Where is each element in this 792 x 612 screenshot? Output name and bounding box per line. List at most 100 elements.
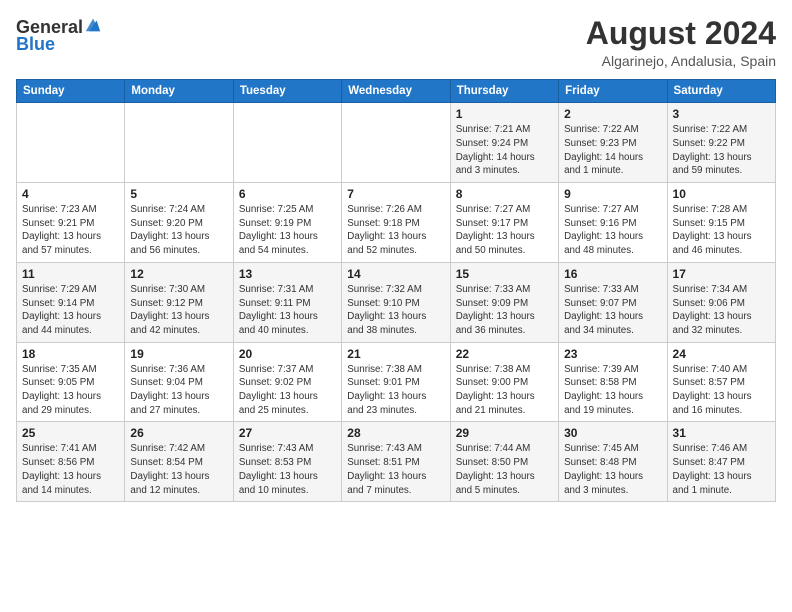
calendar-cell: 25 Sunrise: 7:41 AMSunset: 8:56 PMDayligh… xyxy=(17,422,125,502)
calendar-cell: 5 Sunrise: 7:24 AMSunset: 9:20 PMDaylight… xyxy=(125,183,233,263)
main-title: August 2024 xyxy=(586,16,776,51)
day-number: 5 xyxy=(130,187,227,201)
calendar-cell: 28 Sunrise: 7:43 AMSunset: 8:51 PMDayligh… xyxy=(342,422,450,502)
calendar-cell: 22 Sunrise: 7:38 AMSunset: 9:00 PMDayligh… xyxy=(450,342,558,422)
logo: General Blue xyxy=(16,16,102,55)
calendar-week-3: 11Sunrise: 7:29 AMSunset: 9:14 PMDayligh… xyxy=(17,262,776,342)
calendar-week-1: 1 Sunrise: 7:21 AMSunset: 9:24 PMDaylight… xyxy=(17,103,776,183)
weekday-header-thursday: Thursday xyxy=(450,80,558,103)
calendar-cell: 1 Sunrise: 7:21 AMSunset: 9:24 PMDaylight… xyxy=(450,103,558,183)
calendar-cell: 11Sunrise: 7:29 AMSunset: 9:14 PMDayligh… xyxy=(17,262,125,342)
day-number: 16 xyxy=(564,267,661,281)
calendar-cell: 14Sunrise: 7:32 AMSunset: 9:10 PMDayligh… xyxy=(342,262,450,342)
calendar-cell xyxy=(233,103,341,183)
day-number: 29 xyxy=(456,426,553,440)
calendar-cell: 20 Sunrise: 7:37 AMSunset: 9:02 PMDayligh… xyxy=(233,342,341,422)
day-info: Sunrise: 7:37 AMSunset: 9:02 PMDaylight:… xyxy=(239,363,336,418)
calendar-cell: 12 Sunrise: 7:30 AMSunset: 9:12 PMDayligh… xyxy=(125,262,233,342)
logo-text: General xyxy=(16,16,102,36)
calendar-cell xyxy=(342,103,450,183)
calendar-cell: 30Sunrise: 7:45 AMSunset: 8:48 PMDayligh… xyxy=(559,422,667,502)
subtitle: Algarinejo, Andalusia, Spain xyxy=(586,53,776,69)
day-info: Sunrise: 7:34 AMSunset: 9:06 PMDaylight:… xyxy=(673,283,770,338)
day-info: Sunrise: 7:44 AMSunset: 8:50 PMDaylight:… xyxy=(456,442,553,497)
calendar-cell: 7 Sunrise: 7:26 AMSunset: 9:18 PMDaylight… xyxy=(342,183,450,263)
day-info: Sunrise: 7:40 AMSunset: 8:57 PMDaylight:… xyxy=(673,363,770,418)
day-info: Sunrise: 7:31 AMSunset: 9:11 PMDaylight:… xyxy=(239,283,336,338)
day-info: Sunrise: 7:30 AMSunset: 9:12 PMDaylight:… xyxy=(130,283,227,338)
logo-blue-text: Blue xyxy=(16,34,55,54)
calendar-cell: 16 Sunrise: 7:33 AMSunset: 9:07 PMDayligh… xyxy=(559,262,667,342)
calendar-cell: 13Sunrise: 7:31 AMSunset: 9:11 PMDayligh… xyxy=(233,262,341,342)
calendar-cell xyxy=(17,103,125,183)
day-number: 11 xyxy=(22,267,119,281)
day-number: 30 xyxy=(564,426,661,440)
day-number: 15 xyxy=(456,267,553,281)
day-number: 27 xyxy=(239,426,336,440)
weekday-header-wednesday: Wednesday xyxy=(342,80,450,103)
day-info: Sunrise: 7:27 AMSunset: 9:16 PMDaylight:… xyxy=(564,203,661,258)
calendar-cell xyxy=(125,103,233,183)
day-number: 3 xyxy=(673,107,770,121)
day-number: 2 xyxy=(564,107,661,121)
day-number: 25 xyxy=(22,426,119,440)
calendar-cell: 3 Sunrise: 7:22 AMSunset: 9:22 PMDaylight… xyxy=(667,103,775,183)
day-info: Sunrise: 7:43 AMSunset: 8:51 PMDaylight:… xyxy=(347,442,444,497)
weekday-header-friday: Friday xyxy=(559,80,667,103)
day-info: Sunrise: 7:39 AMSunset: 8:58 PMDaylight:… xyxy=(564,363,661,418)
day-number: 1 xyxy=(456,107,553,121)
day-info: Sunrise: 7:35 AMSunset: 9:05 PMDaylight:… xyxy=(22,363,119,418)
day-number: 31 xyxy=(673,426,770,440)
weekday-header-sunday: Sunday xyxy=(17,80,125,103)
day-number: 20 xyxy=(239,347,336,361)
calendar-cell: 10Sunrise: 7:28 AMSunset: 9:15 PMDayligh… xyxy=(667,183,775,263)
day-number: 23 xyxy=(564,347,661,361)
logo-icon xyxy=(84,16,102,34)
day-info: Sunrise: 7:27 AMSunset: 9:17 PMDaylight:… xyxy=(456,203,553,258)
day-number: 9 xyxy=(564,187,661,201)
calendar-cell: 2 Sunrise: 7:22 AMSunset: 9:23 PMDaylight… xyxy=(559,103,667,183)
calendar-cell: 9 Sunrise: 7:27 AMSunset: 9:16 PMDaylight… xyxy=(559,183,667,263)
calendar-cell: 6 Sunrise: 7:25 AMSunset: 9:19 PMDaylight… xyxy=(233,183,341,263)
day-number: 14 xyxy=(347,267,444,281)
day-number: 18 xyxy=(22,347,119,361)
calendar-cell: 19Sunrise: 7:36 AMSunset: 9:04 PMDayligh… xyxy=(125,342,233,422)
day-info: Sunrise: 7:38 AMSunset: 9:01 PMDaylight:… xyxy=(347,363,444,418)
calendar-cell: 8 Sunrise: 7:27 AMSunset: 9:17 PMDaylight… xyxy=(450,183,558,263)
title-block: August 2024 Algarinejo, Andalusia, Spain xyxy=(586,16,776,69)
day-number: 6 xyxy=(239,187,336,201)
day-info: Sunrise: 7:25 AMSunset: 9:19 PMDaylight:… xyxy=(239,203,336,258)
calendar-cell: 26 Sunrise: 7:42 AMSunset: 8:54 PMDayligh… xyxy=(125,422,233,502)
day-number: 22 xyxy=(456,347,553,361)
day-info: Sunrise: 7:41 AMSunset: 8:56 PMDaylight:… xyxy=(22,442,119,497)
day-info: Sunrise: 7:26 AMSunset: 9:18 PMDaylight:… xyxy=(347,203,444,258)
weekday-header-saturday: Saturday xyxy=(667,80,775,103)
calendar-cell: 29 Sunrise: 7:44 AMSunset: 8:50 PMDayligh… xyxy=(450,422,558,502)
day-number: 24 xyxy=(673,347,770,361)
day-number: 8 xyxy=(456,187,553,201)
calendar-cell: 21 Sunrise: 7:38 AMSunset: 9:01 PMDayligh… xyxy=(342,342,450,422)
day-number: 28 xyxy=(347,426,444,440)
header: General Blue August 2024 Algarinejo, And… xyxy=(16,16,776,69)
day-info: Sunrise: 7:22 AMSunset: 9:23 PMDaylight:… xyxy=(564,123,661,178)
day-info: Sunrise: 7:24 AMSunset: 9:20 PMDaylight:… xyxy=(130,203,227,258)
day-number: 10 xyxy=(673,187,770,201)
day-number: 21 xyxy=(347,347,444,361)
day-info: Sunrise: 7:42 AMSunset: 8:54 PMDaylight:… xyxy=(130,442,227,497)
calendar-week-2: 4Sunrise: 7:23 AMSunset: 9:21 PMDaylight… xyxy=(17,183,776,263)
day-number: 7 xyxy=(347,187,444,201)
calendar-cell: 15Sunrise: 7:33 AMSunset: 9:09 PMDayligh… xyxy=(450,262,558,342)
page: General Blue August 2024 Algarinejo, And… xyxy=(0,0,792,612)
weekday-header-row: SundayMondayTuesdayWednesdayThursdayFrid… xyxy=(17,80,776,103)
day-number: 26 xyxy=(130,426,227,440)
calendar-cell: 4Sunrise: 7:23 AMSunset: 9:21 PMDaylight… xyxy=(17,183,125,263)
day-info: Sunrise: 7:33 AMSunset: 9:07 PMDaylight:… xyxy=(564,283,661,338)
day-info: Sunrise: 7:21 AMSunset: 9:24 PMDaylight:… xyxy=(456,123,553,178)
day-number: 19 xyxy=(130,347,227,361)
day-info: Sunrise: 7:22 AMSunset: 9:22 PMDaylight:… xyxy=(673,123,770,178)
day-number: 4 xyxy=(22,187,119,201)
calendar-cell: 31 Sunrise: 7:46 AMSunset: 8:47 PMDayligh… xyxy=(667,422,775,502)
day-number: 12 xyxy=(130,267,227,281)
day-info: Sunrise: 7:38 AMSunset: 9:00 PMDaylight:… xyxy=(456,363,553,418)
day-info: Sunrise: 7:46 AMSunset: 8:47 PMDaylight:… xyxy=(673,442,770,497)
